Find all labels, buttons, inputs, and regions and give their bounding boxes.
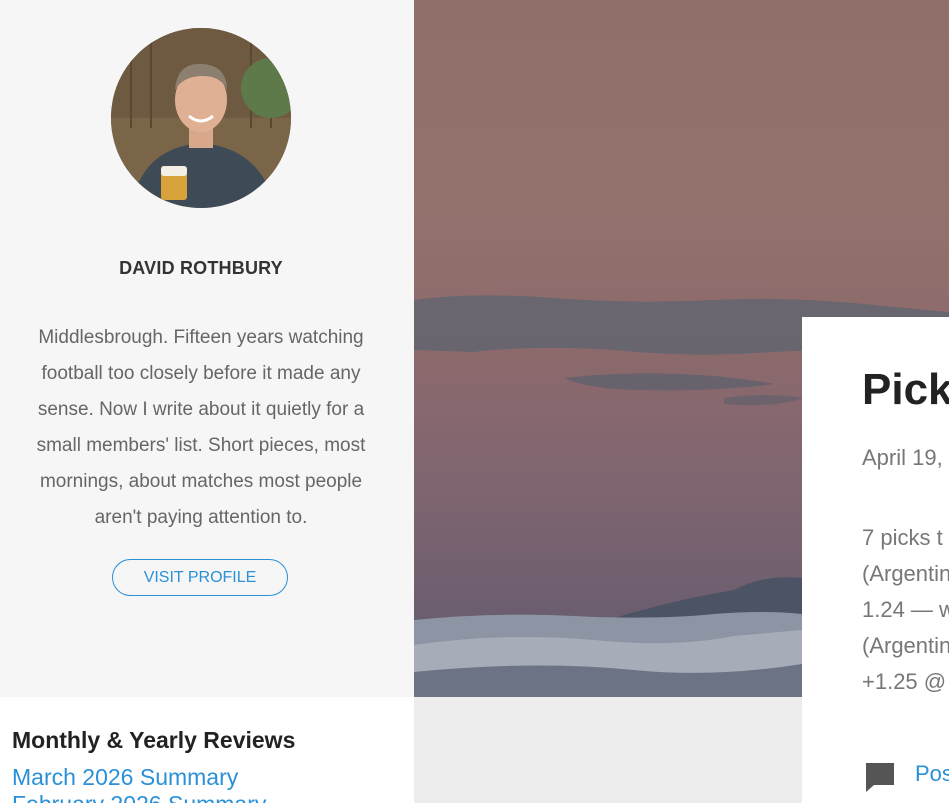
review-link-february-2026[interactable]: February 2026 Summary <box>12 791 266 803</box>
post-excerpt: 7 picks t (Argentin 1.24 — w (Argentin +… <box>862 520 949 700</box>
comment-icon[interactable] <box>864 761 896 793</box>
reviews-title: Monthly & Yearly Reviews <box>12 727 296 753</box>
post-excerpt-line: 1.24 — w <box>862 597 949 622</box>
post-excerpt-line: (Argentin <box>862 633 949 658</box>
author-avatar <box>111 28 291 208</box>
review-link-march-2026[interactable]: March 2026 Summary <box>12 764 238 791</box>
author-profile-panel: DAVID ROTHBURY Middlesbrough. Fifteen ye… <box>0 0 414 697</box>
post-date: April 19, <box>862 445 943 470</box>
post-card[interactable]: Pick April 19, 7 picks t (Argentin 1.24 … <box>802 317 949 803</box>
post-excerpt-line: +1.25 @ <box>862 669 947 694</box>
author-name: DAVID ROTHBURY <box>119 258 283 278</box>
author-bio: Middlesbrough. Fifteen years watching fo… <box>36 327 366 528</box>
post-excerpt-line: 7 picks t <box>862 525 943 550</box>
reviews-widget: Monthly & Yearly Reviews March 2026 Summ… <box>0 697 414 803</box>
post-link[interactable]: Pos <box>915 761 949 787</box>
visit-profile-button[interactable]: VISIT PROFILE <box>112 559 288 596</box>
post-title[interactable]: Pick <box>862 365 949 415</box>
post-excerpt-line: (Argentin <box>862 561 949 586</box>
